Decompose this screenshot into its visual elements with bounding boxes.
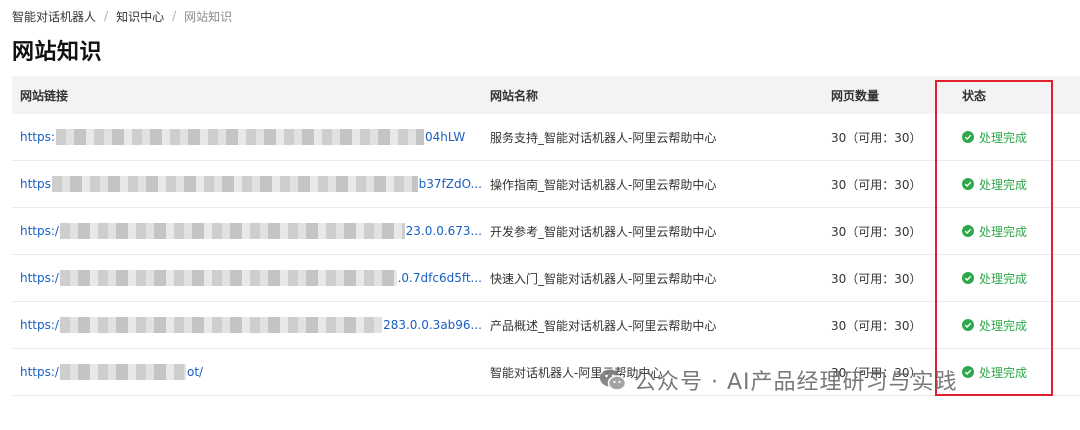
site-name: 服务支持_智能对话机器人-阿里云帮助中心 (490, 130, 717, 145)
status-badge: 处理完成 (962, 223, 1080, 240)
breadcrumb-separator: / (104, 9, 109, 23)
page-title: 网站知识 (12, 40, 103, 65)
redacted-url (55, 129, 424, 145)
watermark-text: 公众号 · AI产品经理研习与实践 (634, 370, 958, 395)
breadcrumb-separator: / (172, 9, 177, 23)
url-cell: https: 04hLW (12, 129, 482, 145)
header-count: 网页数量 (831, 88, 880, 103)
url-cell: https:/ 23.0.0.673... (12, 223, 482, 239)
check-circle-icon (962, 272, 974, 284)
url-cell: https b37fZdO... (12, 176, 482, 192)
status-text: 处理完成 (979, 318, 1028, 333)
url-link-suffix[interactable]: 283.0.0.3ab96... (383, 318, 482, 332)
status-text: 处理完成 (979, 224, 1028, 239)
url-link-suffix[interactable]: b37fZdO... (419, 177, 482, 191)
table-row: https: 04hLW 服务支持_智能对话机器人-阿里云帮助中心 30（可用：… (12, 114, 1080, 161)
wechat-icon (600, 369, 627, 391)
url-link-prefix[interactable]: https:/ (20, 365, 59, 379)
table-row: https:/ 23.0.0.673... 开发参考_智能对话机器人-阿里云帮助… (12, 208, 1080, 255)
table-row: https b37fZdO... 操作指南_智能对话机器人-阿里云帮助中心 30… (12, 161, 1080, 208)
redacted-url (59, 223, 405, 239)
website-knowledge-table: 网站链接 网站名称 网页数量 状态 https: 04hLW 服务支持_智能对话… (12, 76, 1080, 396)
check-circle-icon (962, 225, 974, 237)
url-link-suffix[interactable]: .0.7dfc6d5ft... (398, 271, 482, 285)
page-count: 30（可用：30） (831, 130, 922, 145)
page: 智能对话机器人 / 知识中心 / 网站知识 网站知识 网站链接 网站名称 网页数… (0, 0, 1080, 430)
header-name: 网站名称 (490, 88, 539, 103)
check-circle-icon (962, 319, 974, 331)
url-link-prefix[interactable]: https (20, 177, 51, 191)
url-link-prefix[interactable]: https:/ (20, 318, 59, 332)
page-count: 30（可用：30） (831, 318, 922, 333)
status-badge: 处理完成 (962, 364, 1080, 381)
url-cell: https:/ .0.7dfc6d5ft... (12, 270, 482, 286)
status-badge: 处理完成 (962, 317, 1080, 334)
url-cell: https:/ ot/ (12, 364, 482, 380)
table-row: https:/ .0.7dfc6d5ft... 快速入门_智能对话机器人-阿里云… (12, 255, 1080, 302)
url-link-suffix[interactable]: 04hLW (425, 130, 465, 144)
site-name: 产品概述_智能对话机器人-阿里云帮助中心 (490, 318, 717, 333)
site-name: 操作指南_智能对话机器人-阿里云帮助中心 (490, 177, 717, 192)
page-count: 30（可用：30） (831, 224, 922, 239)
redacted-url (59, 364, 186, 380)
url-cell: https:/ 283.0.0.3ab96... (12, 317, 482, 333)
redacted-url (59, 270, 397, 286)
check-circle-icon (962, 178, 974, 190)
breadcrumb-item-current: 网站知识 (184, 9, 233, 24)
url-link-suffix[interactable]: 23.0.0.673... (406, 224, 482, 238)
breadcrumb: 智能对话机器人 / 知识中心 / 网站知识 (12, 6, 232, 26)
url-link-prefix[interactable]: https:/ (20, 271, 59, 285)
url-link-prefix[interactable]: https:/ (20, 224, 59, 238)
status-badge: 处理完成 (962, 176, 1080, 193)
table-row: https:/ 283.0.0.3ab96... 产品概述_智能对话机器人-阿里… (12, 302, 1080, 349)
url-link-suffix[interactable]: ot/ (187, 365, 203, 379)
check-circle-icon (962, 131, 974, 143)
breadcrumb-item-robot[interactable]: 智能对话机器人 (12, 8, 96, 25)
page-count: 30（可用：30） (831, 177, 922, 192)
site-name: 快速入门_智能对话机器人-阿里云帮助中心 (490, 271, 717, 286)
breadcrumb-item-knowledge-center[interactable]: 知识中心 (116, 8, 164, 25)
site-name: 开发参考_智能对话机器人-阿里云帮助中心 (490, 224, 717, 239)
check-circle-icon (962, 366, 974, 378)
status-text: 处理完成 (979, 365, 1028, 380)
header-status: 状态 (962, 88, 987, 103)
redacted-url (59, 317, 383, 333)
status-badge: 处理完成 (962, 129, 1080, 146)
status-badge: 处理完成 (962, 270, 1080, 287)
table-header: 网站链接 网站名称 网页数量 状态 (12, 76, 1080, 114)
page-count: 30（可用：30） (831, 271, 922, 286)
status-text: 处理完成 (979, 271, 1028, 286)
redacted-url (51, 176, 418, 192)
header-url: 网站链接 (20, 88, 69, 103)
url-link-prefix[interactable]: https: (20, 130, 55, 144)
status-text: 处理完成 (979, 177, 1028, 192)
watermark: 公众号 · AI产品经理研习与实践 (598, 364, 958, 396)
status-text: 处理完成 (979, 130, 1028, 145)
